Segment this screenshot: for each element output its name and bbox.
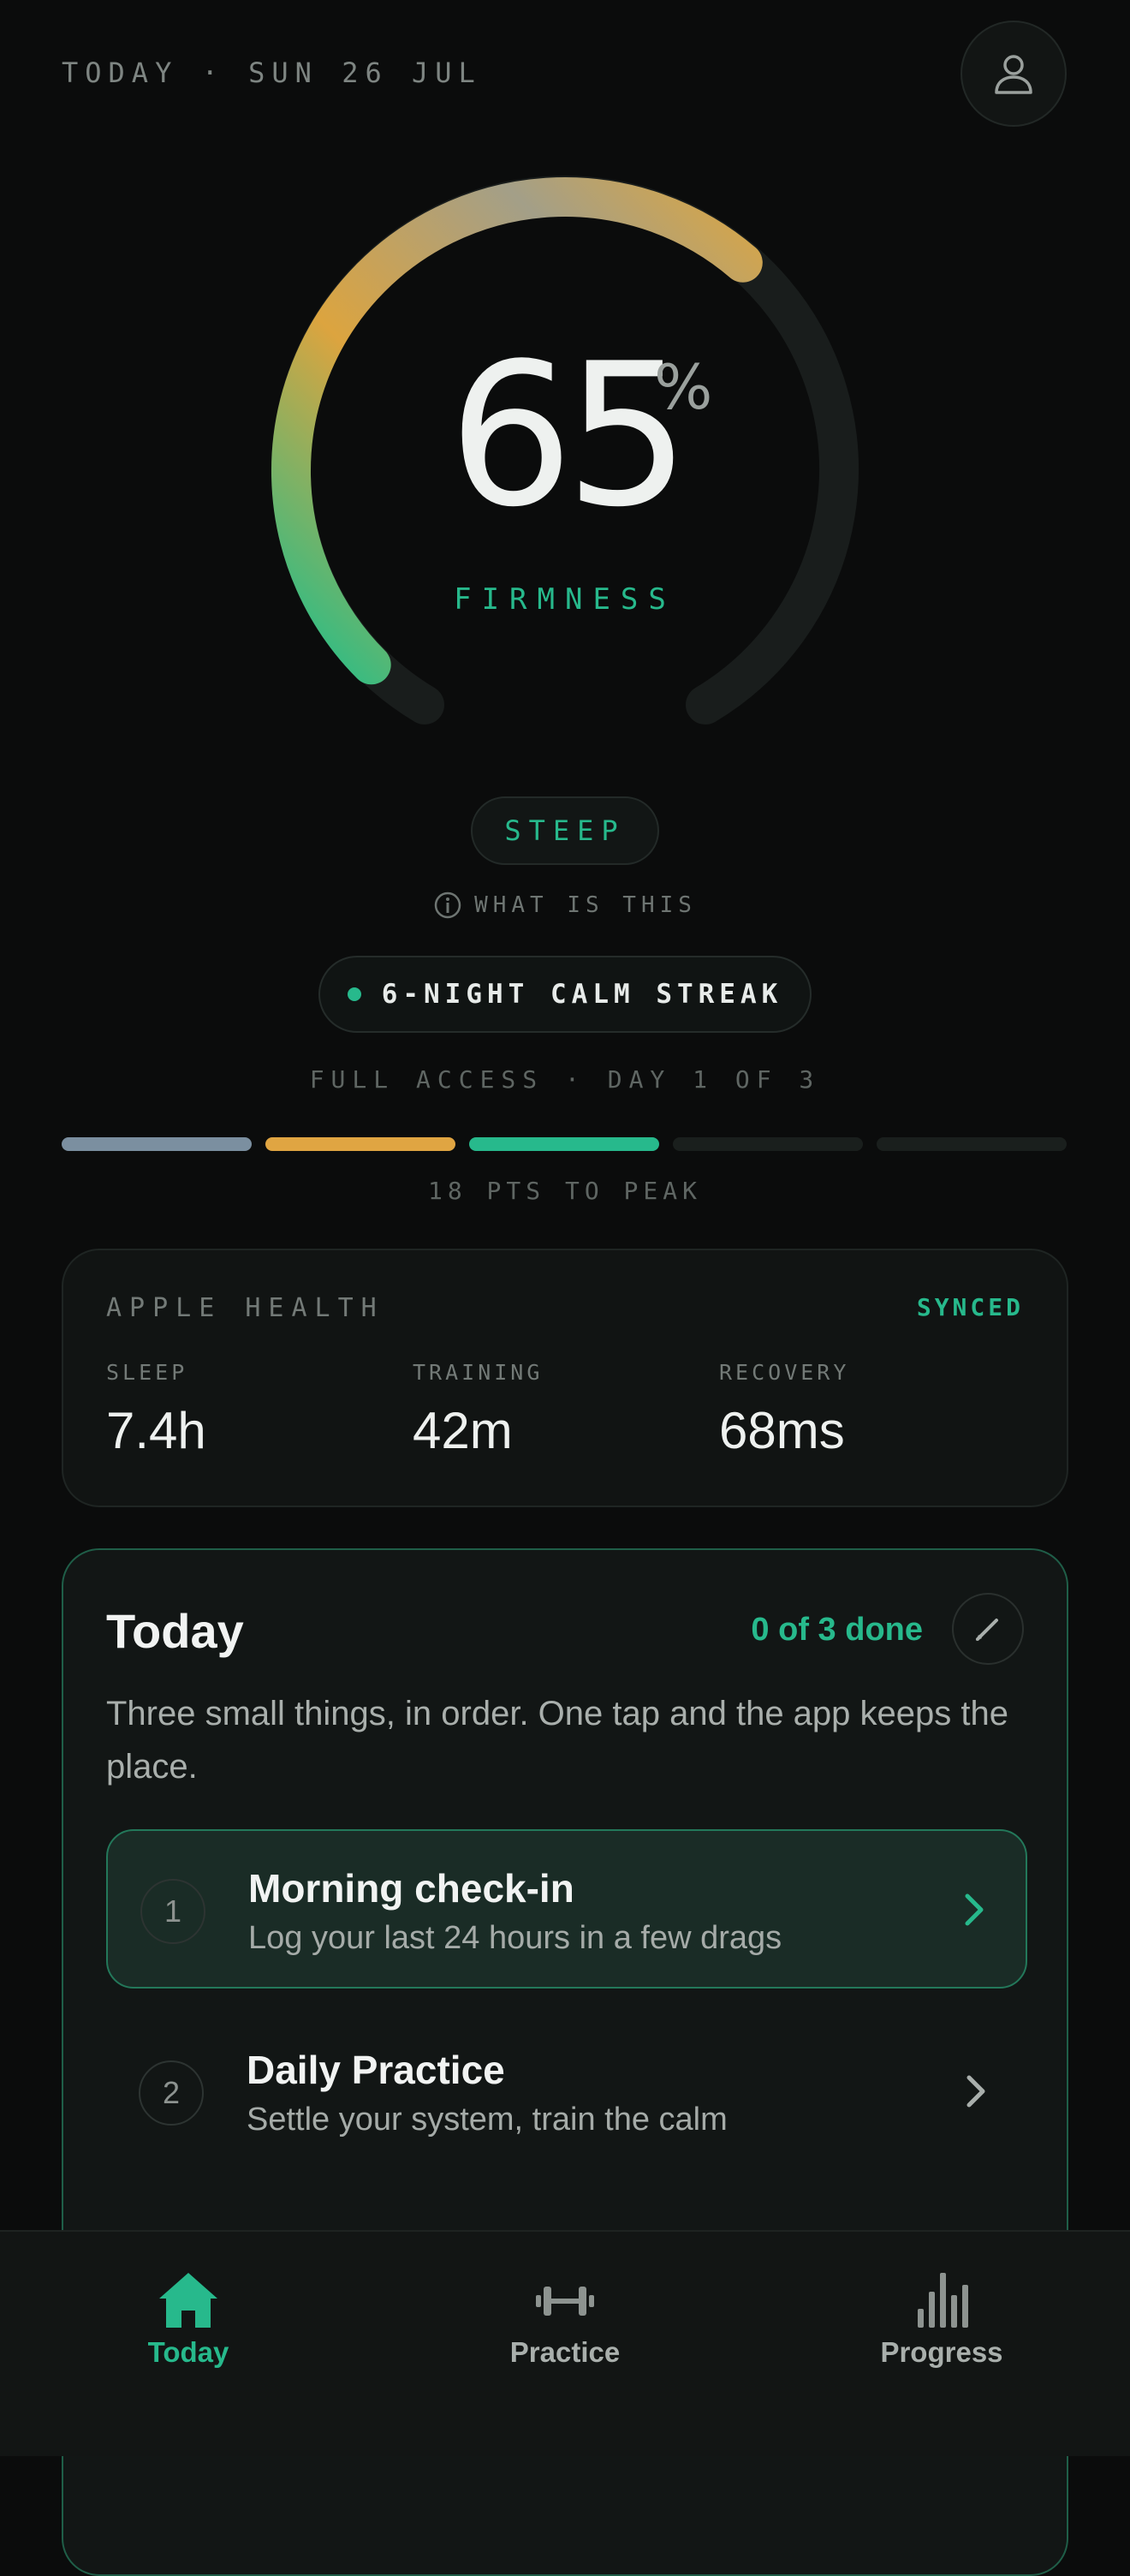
today-title: Today xyxy=(106,1604,244,1658)
firmness-unit: % xyxy=(654,351,713,423)
streak-label: 6-NIGHT CALM STREAK xyxy=(381,979,783,1010)
firmness-label: FIRMNESS xyxy=(454,582,676,617)
health-title: APPLE HEALTH xyxy=(106,1293,384,1323)
nav-item-progress[interactable]: Progress xyxy=(813,2269,1070,2369)
streak-dot xyxy=(347,987,361,1001)
dumbbell-icon xyxy=(536,2287,594,2316)
metric-label-sleep: SLEEP xyxy=(106,1360,188,1385)
task-title: Daily Practice xyxy=(247,2048,505,2092)
metric-value-training: 42m xyxy=(413,1402,513,1459)
nav-label-practice: Practice xyxy=(509,2336,621,2368)
chevron-right-icon xyxy=(966,2075,985,2108)
health-card[interactable]: APPLE HEALTH SYNCED SLEEP 7.4h TRAINING … xyxy=(62,1249,1068,1507)
pencil-icon xyxy=(976,1619,998,1641)
metric-label-recovery: RECOVERY xyxy=(719,1360,850,1385)
metric-value-recovery: 68ms xyxy=(719,1402,845,1459)
chevron-right-icon xyxy=(965,1893,984,1926)
what-is-this-label: WHAT IS THIS xyxy=(474,892,697,918)
profile-button[interactable] xyxy=(960,21,1067,127)
task-subtitle: Settle your system, train the calm xyxy=(247,2102,728,2138)
task-subtitle: Log your last 24 hours in a few drags xyxy=(248,1920,782,1956)
status-badge[interactable]: STEEP xyxy=(471,796,659,865)
task-daily-practice[interactable]: 2 Daily Practice Settle your system, tra… xyxy=(106,2012,1027,2172)
progress-segment xyxy=(877,1137,1067,1151)
home-icon xyxy=(159,2273,217,2328)
nav-item-today[interactable]: Today xyxy=(60,2269,317,2369)
progress-segment xyxy=(265,1137,455,1151)
bar-chart-icon xyxy=(918,2273,968,2328)
firmness-value: 65 xyxy=(448,322,691,551)
points-to-peak: 18 PTS TO PEAK xyxy=(427,1177,702,1205)
progress-segment xyxy=(469,1137,659,1151)
what-is-this-link[interactable]: WHAT IS THIS xyxy=(0,891,1130,920)
nav-item-practice[interactable]: Practice xyxy=(437,2269,693,2369)
streak-pill[interactable]: 6-NIGHT CALM STREAK xyxy=(318,956,812,1033)
progress-segment xyxy=(62,1137,252,1151)
task-number: 1 xyxy=(140,1879,205,1944)
task-title: Morning check-in xyxy=(248,1866,574,1911)
edit-button[interactable] xyxy=(952,1593,1024,1665)
today-description: Three small things, in order. One tap an… xyxy=(106,1695,1008,1786)
access-label: FULL ACCESS · DAY 1 OF 3 xyxy=(309,1065,821,1094)
progress-segment xyxy=(673,1137,863,1151)
sync-status: SYNCED xyxy=(916,1293,1024,1321)
bottom-nav: Today Practice Progress xyxy=(0,2230,1130,2456)
task-number: 2 xyxy=(139,2060,204,2126)
metric-label-training: TRAINING xyxy=(413,1360,544,1385)
user-icon xyxy=(995,55,1032,94)
nav-label-today: Today xyxy=(147,2336,229,2368)
today-progress: 0 of 3 done xyxy=(751,1612,923,1648)
task-morning-check-in[interactable]: 1 Morning check-in Log your last 24 hour… xyxy=(106,1829,1027,1989)
metric-value-sleep: 7.4h xyxy=(106,1402,206,1459)
nav-label-progress: Progress xyxy=(880,2336,1003,2368)
header-date: TODAY · SUN 26 JUL xyxy=(62,57,482,89)
info-icon xyxy=(434,891,461,919)
